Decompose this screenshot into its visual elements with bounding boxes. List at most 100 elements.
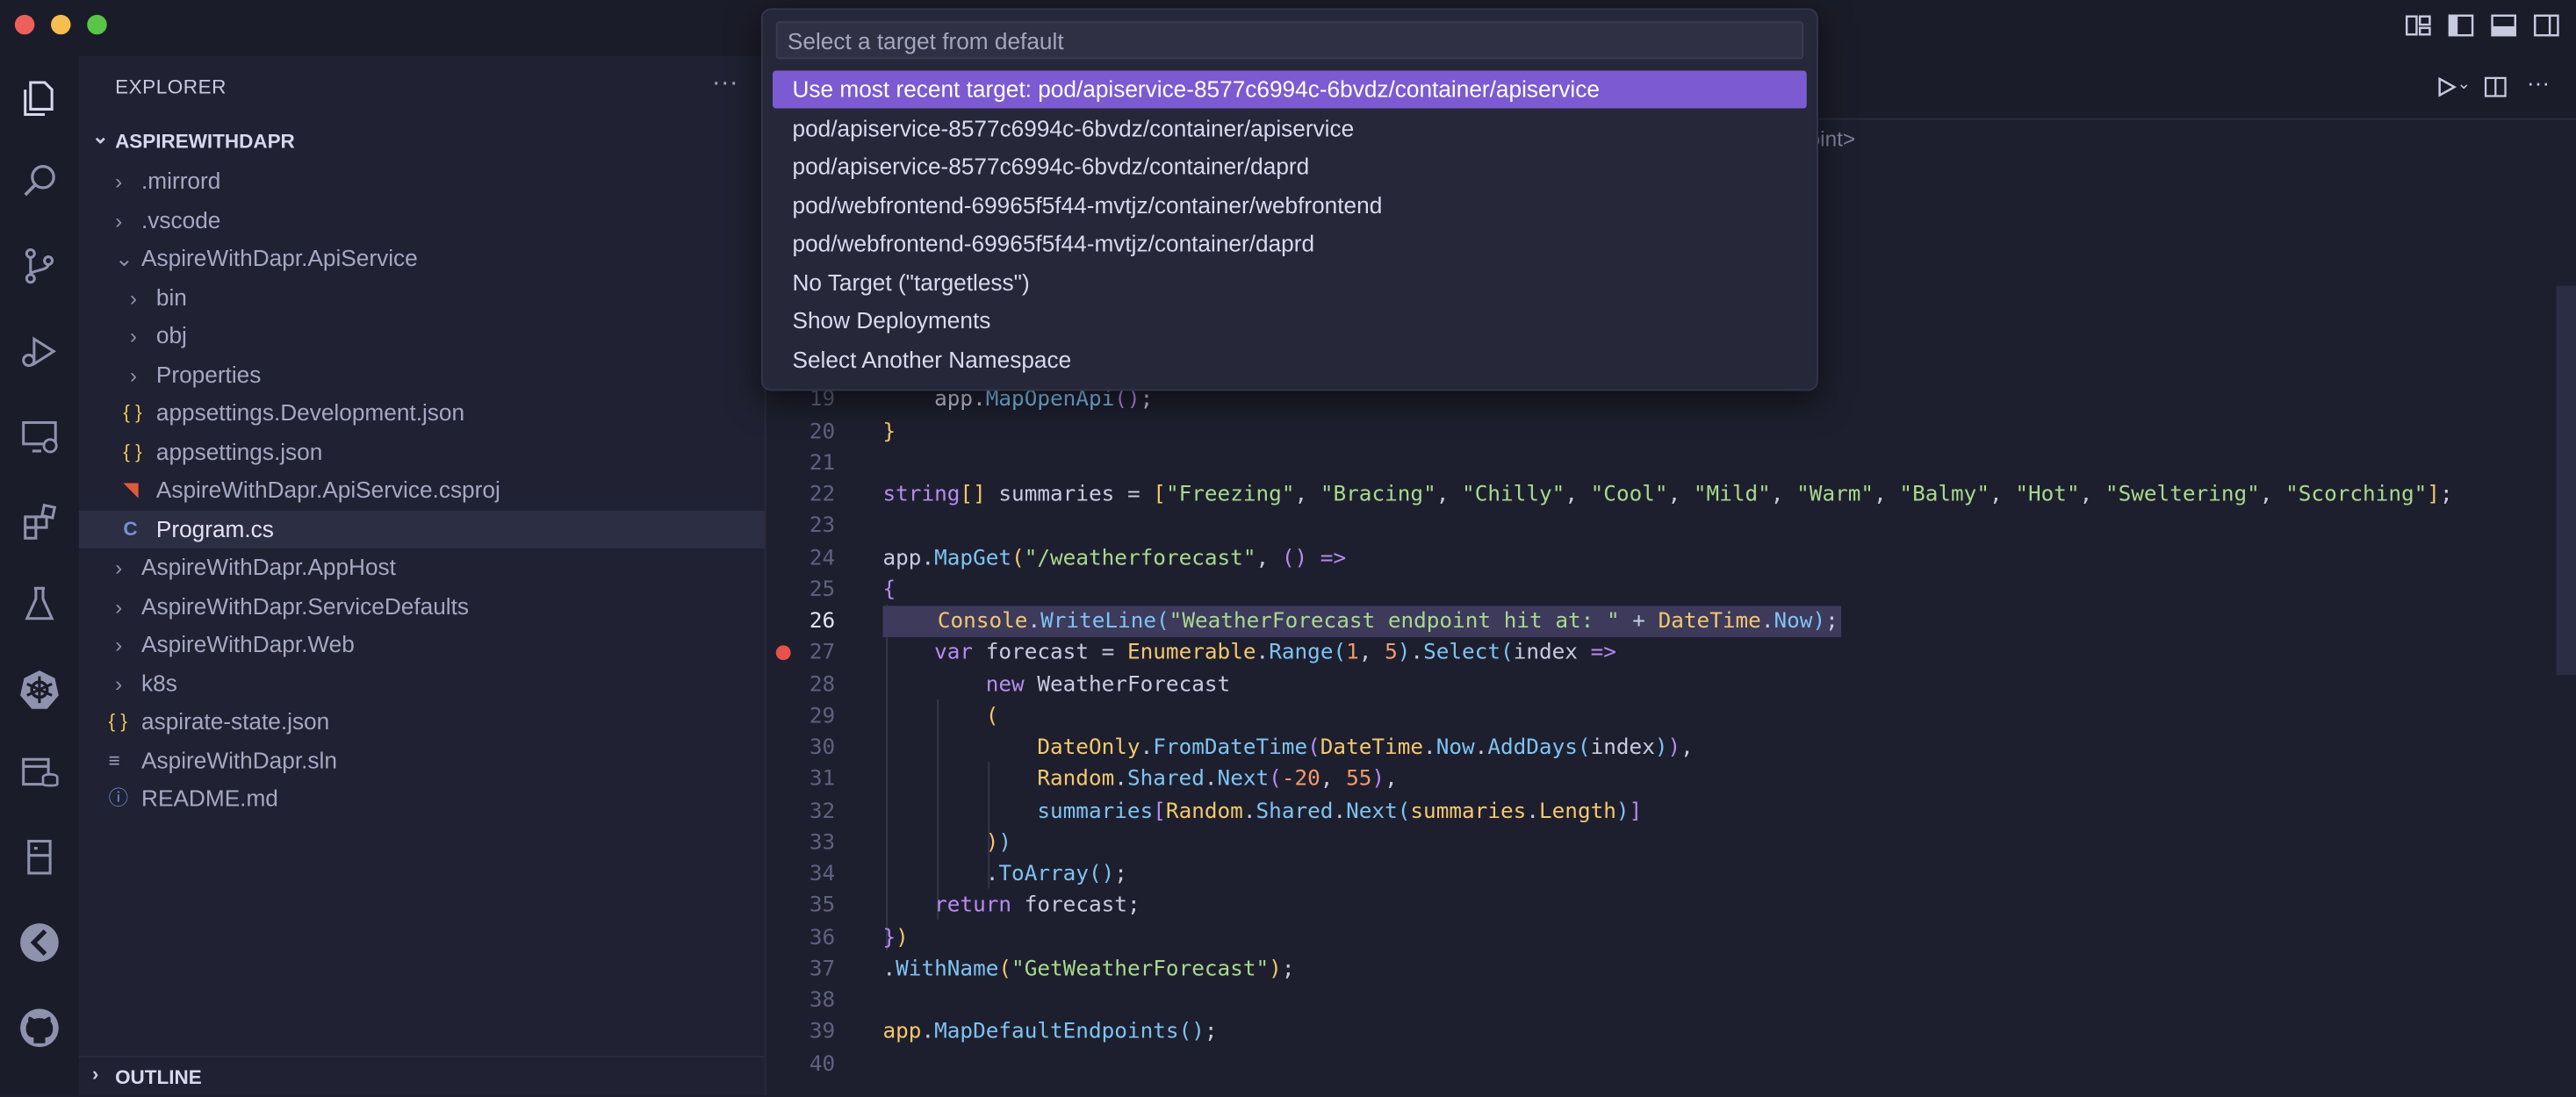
line-number[interactable]: 29 xyxy=(766,700,835,732)
chevron-right-icon: › xyxy=(115,207,123,233)
tree-file[interactable]: { } appsettings.json xyxy=(79,433,765,470)
code-line: 24 app.MapGet("/weatherforecast", () => xyxy=(766,542,2576,574)
line-number[interactable]: 33 xyxy=(766,828,835,859)
line-number[interactable]: 40 xyxy=(766,1049,835,1080)
tree-folder[interactable]: › AspireWithDapr.ServiceDefaults xyxy=(79,587,765,625)
source-control-icon[interactable] xyxy=(13,240,66,292)
quick-pick-item[interactable]: pod/apiservice-8577c6994c-6bvdz/containe… xyxy=(773,147,1807,185)
code-text: )) xyxy=(985,830,1012,856)
run-dropdown-chevron-icon[interactable]: ⌄ xyxy=(2457,75,2472,94)
tree-file[interactable]: { } aspirate-state.json xyxy=(79,703,765,741)
tree-folder[interactable]: › obj xyxy=(79,317,765,355)
line-number[interactable]: 39 xyxy=(766,1017,835,1049)
code-line: 32 summaries[Random.Shared.Next(summarie… xyxy=(766,796,2576,828)
activity-bar xyxy=(0,55,79,1096)
minimize-window-button[interactable] xyxy=(51,14,71,35)
code-text: .ToArray(); xyxy=(882,862,1127,887)
remote-explorer-icon[interactable] xyxy=(13,411,66,463)
testing-flask-icon[interactable] xyxy=(13,578,66,631)
database-explorer-icon[interactable] xyxy=(13,745,66,798)
tree-item-label: appsettings.json xyxy=(155,437,323,464)
line-number[interactable]: 30 xyxy=(766,733,835,764)
tree-folder[interactable]: › .vscode xyxy=(79,201,765,239)
tree-folder[interactable]: ⌄ AspireWithDapr.ApiService xyxy=(79,240,765,277)
code-text: Console.WriteLine("WeatherForecast endpo… xyxy=(882,606,1842,637)
workspace-root-header[interactable]: ⌄ ASPIREWITHDAPR xyxy=(79,125,765,161)
line-number[interactable]: 20 xyxy=(766,416,835,448)
chevron-right-icon: › xyxy=(115,168,123,194)
line-number[interactable]: 21 xyxy=(766,448,835,479)
code-text: } xyxy=(882,419,896,445)
line-number[interactable]: 25 xyxy=(766,574,835,606)
csproj-file-icon: ◥ xyxy=(123,477,139,501)
tree-item-label: Program.cs xyxy=(155,514,274,541)
tree-folder[interactable]: › Properties xyxy=(79,355,765,393)
outline-section-header[interactable]: › OUTLINE xyxy=(78,1056,765,1097)
tree-file[interactable]: ◥ AspireWithDapr.ApiService.csproj xyxy=(79,471,765,509)
run-debug-icon[interactable] xyxy=(13,325,66,377)
line-number[interactable]: 35 xyxy=(766,891,835,922)
more-editor-actions-icon[interactable]: ··· xyxy=(2527,69,2550,96)
code-text: app.MapDefaultEndpoints(); xyxy=(882,1020,1218,1045)
line-number[interactable]: 34 xyxy=(766,859,835,891)
run-icon[interactable] xyxy=(2435,75,2457,107)
kubernetes-icon[interactable] xyxy=(13,663,66,716)
explorer-icon[interactable] xyxy=(13,72,66,125)
quick-pick-item[interactable]: Select Another Namespace xyxy=(773,341,1807,378)
quick-pick-input[interactable] xyxy=(775,21,1804,60)
extensions-icon[interactable] xyxy=(13,496,66,548)
code-line: 23 xyxy=(766,511,2576,542)
line-number[interactable]: 31 xyxy=(766,764,835,796)
close-window-button[interactable] xyxy=(14,14,35,35)
device-icon[interactable] xyxy=(13,831,66,884)
tree-folder[interactable]: › .mirrord xyxy=(79,162,765,200)
customize-layout-icon[interactable] xyxy=(2405,13,2431,38)
github-icon[interactable] xyxy=(13,1001,66,1054)
quick-pick-item[interactable]: Show Deployments xyxy=(773,302,1807,340)
line-number[interactable]: 26 xyxy=(766,606,835,637)
line-number[interactable]: 28 xyxy=(766,669,835,700)
line-number[interactable]: 32 xyxy=(766,796,835,828)
code-line: 28 new WeatherForecast xyxy=(766,669,2576,700)
tree-folder[interactable]: › k8s xyxy=(79,664,765,702)
chevron-right-icon: › xyxy=(115,555,123,580)
quick-pick-item[interactable]: Use most recent target: pod/apiservice-8… xyxy=(773,70,1807,109)
line-number[interactable]: 37 xyxy=(766,954,835,986)
quick-pick-item[interactable]: No Target ("targetless") xyxy=(773,263,1807,301)
minimap-scroll-slider[interactable] xyxy=(2556,285,2576,676)
tree-item-label: AspireWithDapr.sln xyxy=(141,746,337,773)
toggle-panel-icon[interactable] xyxy=(2491,13,2517,38)
code-line: 31 Random.Shared.Next(-20, 55), xyxy=(766,764,2576,796)
line-number[interactable]: 23 xyxy=(766,511,835,542)
quick-pick-item[interactable]: pod/webfrontend-69965f5f44-mvtjz/contain… xyxy=(773,186,1807,224)
line-number[interactable]: 38 xyxy=(766,986,835,1017)
tree-file[interactable]: ≡ AspireWithDapr.sln xyxy=(79,742,765,779)
code-line: 38 xyxy=(766,986,2576,1017)
tree-folder[interactable]: › bin xyxy=(79,278,765,316)
tree-folder[interactable]: › AspireWithDapr.Web xyxy=(79,626,765,663)
code-line: 37 .WithName("GetWeatherForecast"); xyxy=(766,954,2576,986)
tree-folder[interactable]: › AspireWithDapr.AppHost xyxy=(79,548,765,586)
chevron-down-icon: ⌄ xyxy=(115,246,133,271)
split-editor-icon[interactable] xyxy=(2484,75,2507,107)
quick-pick-item[interactable]: pod/webfrontend-69965f5f44-mvtjz/contain… xyxy=(773,225,1807,262)
code-line: 33 )) xyxy=(766,828,2576,859)
quick-pick-item[interactable]: pod/apiservice-8577c6994c-6bvdz/containe… xyxy=(773,109,1807,147)
code-line: 20} xyxy=(766,416,2576,448)
tree-item-label: aspirate-state.json xyxy=(141,707,330,735)
line-number[interactable]: 22 xyxy=(766,479,835,511)
search-icon[interactable] xyxy=(13,154,66,207)
toggle-primary-sidebar-icon[interactable] xyxy=(2448,13,2474,38)
line-number[interactable]: 24 xyxy=(766,542,835,574)
tree-file[interactable]: C Program.cs xyxy=(78,509,765,548)
line-number[interactable]: 36 xyxy=(766,922,835,954)
toggle-secondary-sidebar-icon[interactable] xyxy=(2533,13,2559,38)
tree-file[interactable]: ⓘ README.md xyxy=(79,780,765,818)
solution-file-icon: ≡ xyxy=(108,748,120,771)
tree-item-label: .mirrord xyxy=(141,167,221,194)
code-line: 26 Console.WriteLine("WeatherForecast en… xyxy=(766,606,2576,637)
zoom-window-button[interactable] xyxy=(87,14,107,35)
mirrord-icon[interactable] xyxy=(13,916,66,969)
more-actions-icon[interactable]: ··· xyxy=(712,69,738,99)
tree-file[interactable]: { } appsettings.Development.json xyxy=(79,394,765,432)
